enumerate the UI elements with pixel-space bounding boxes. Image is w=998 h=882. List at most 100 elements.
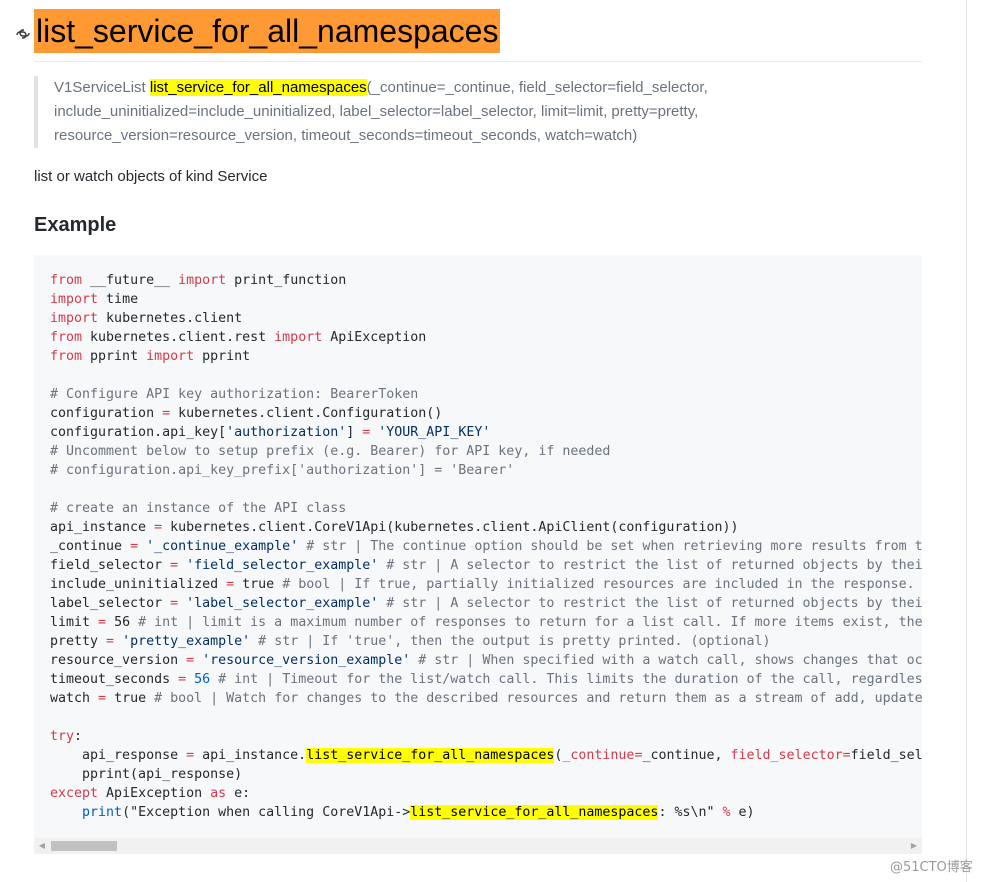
code-comment: # str | When specified with a watch call… [410, 653, 922, 668]
code-token: = [186, 653, 195, 668]
code-token: true [234, 577, 283, 592]
code-comment: # bool | Watch for changes to the descri… [154, 691, 922, 706]
code-string: 'pretty_example' [122, 634, 251, 649]
code-token: try [50, 729, 75, 744]
code-token: = [170, 596, 179, 611]
scroll-right-icon[interactable]: ▶ [906, 838, 922, 854]
code-token: print_function [226, 273, 347, 288]
code-token: time [98, 292, 139, 307]
page-right-border [966, 0, 967, 882]
scrollbar-thumb[interactable] [51, 841, 117, 851]
code-token: field_selector [50, 558, 171, 573]
code-token: watch [50, 691, 99, 706]
code-string: 'authorization' [226, 425, 347, 440]
code-token: : [74, 729, 83, 744]
code-comment: # str | The continue option should be se… [298, 539, 922, 554]
code-comment: # Configure API key authorization: Beare… [50, 387, 419, 402]
code-comment: # int | limit is a maximum number of res… [138, 615, 922, 630]
code-token: = [170, 558, 179, 573]
code-token: _continue [50, 539, 131, 554]
code-string: 'field_selector_example' [186, 558, 379, 573]
code-token: ("Exception when calling CoreV1Api-> [122, 805, 411, 820]
code-token: % [722, 805, 731, 820]
code-method-highlight: list_service_for_all_namespaces [306, 748, 555, 763]
signature-params-3: resource_version=resource_version, timeo… [54, 127, 638, 144]
page-title: list_service_for_all_namespaces [34, 9, 501, 53]
code-token: pprint(api_response) [50, 767, 243, 782]
code-token: = [842, 748, 851, 763]
code-comment: # str | If 'true', then the output is pr… [250, 634, 771, 649]
code-token: pprint [82, 349, 147, 364]
code-token: kubernetes.client.CoreV1Api(kubernetes.c… [162, 520, 739, 535]
code-string: '_continue_example' [146, 539, 299, 554]
code-token: _continue [562, 748, 635, 763]
code-token: = [226, 577, 235, 592]
code-string: 'resource_version_example' [202, 653, 411, 668]
code-token: kubernetes.client [98, 311, 243, 326]
code-token: = [130, 539, 139, 554]
code-token: except [50, 786, 99, 801]
code-comment: # str | A selector to restrict the list … [378, 558, 922, 573]
heading-divider [34, 61, 922, 62]
signature-params-1: (_continue=_continue, field_selector=fie… [366, 79, 708, 96]
code-token: timeout_seconds [50, 672, 179, 687]
code-builtin: print [82, 805, 123, 820]
code-token: from [50, 330, 83, 345]
example-heading: Example [34, 214, 117, 236]
code-token: kubernetes.client.Configuration() [170, 406, 443, 421]
code-token: from [50, 273, 83, 288]
code-token: configuration [50, 406, 163, 421]
code-token: ] [346, 425, 363, 440]
code-token: e: [226, 786, 251, 801]
code-token: api_instance. [194, 748, 307, 763]
code-comment: # str | A selector to restrict the list … [378, 596, 922, 611]
code-token: import [50, 311, 99, 326]
code-token: api_instance [50, 520, 155, 535]
code-token: = [154, 520, 163, 535]
code-block[interactable]: from __future__ import print_function im… [34, 255, 922, 838]
code-string: 'label_selector_example' [186, 596, 379, 611]
return-type: V1ServiceList [54, 79, 146, 96]
code-token: field_sel [850, 748, 922, 763]
code-token: pretty [50, 634, 107, 649]
method-description: list or watch objects of kind Service [34, 168, 268, 185]
code-token: pprint [194, 349, 251, 364]
code-method-highlight: list_service_for_all_namespaces [410, 805, 659, 820]
code-token: resource_version [50, 653, 187, 668]
signature-params-2: include_uninitialized=include_uninitiali… [54, 103, 699, 120]
code-comment: # Uncomment below to setup prefix (e.g. … [50, 444, 611, 459]
code-token: = [162, 406, 171, 421]
code-token: import [178, 273, 227, 288]
code-comment: # create an instance of the API class [50, 501, 347, 516]
code-comment: # bool | If true, partially initialized … [282, 577, 915, 592]
horizontal-scrollbar[interactable]: ◀ ▶ [34, 838, 922, 854]
code-token: import [146, 349, 195, 364]
code-token: : %s\n" [658, 805, 723, 820]
code-token: 56 [106, 615, 139, 630]
code-token: field_selector [730, 748, 843, 763]
code-token: true [106, 691, 155, 706]
code-token: api_response [50, 748, 187, 763]
code-token: = [98, 691, 107, 706]
code-token: = [178, 672, 187, 687]
link-icon[interactable] [14, 25, 32, 43]
code-token: from [50, 349, 83, 364]
code-token: e) [730, 805, 755, 820]
code-token: _continue, [642, 748, 731, 763]
code-token: limit [50, 615, 99, 630]
code-token: configuration.api_key[ [50, 425, 227, 440]
scroll-left-icon[interactable]: ◀ [34, 838, 50, 854]
code-content: from __future__ import print_function im… [50, 271, 922, 822]
method-name-highlight: list_service_for_all_namespaces [149, 79, 367, 96]
method-signature: V1ServiceList list_service_for_all_names… [34, 76, 940, 148]
code-number: 56 [194, 672, 211, 687]
code-token: = [186, 748, 195, 763]
code-token: as [210, 786, 227, 801]
code-comment: # configuration.api_key_prefix['authoriz… [50, 463, 515, 478]
